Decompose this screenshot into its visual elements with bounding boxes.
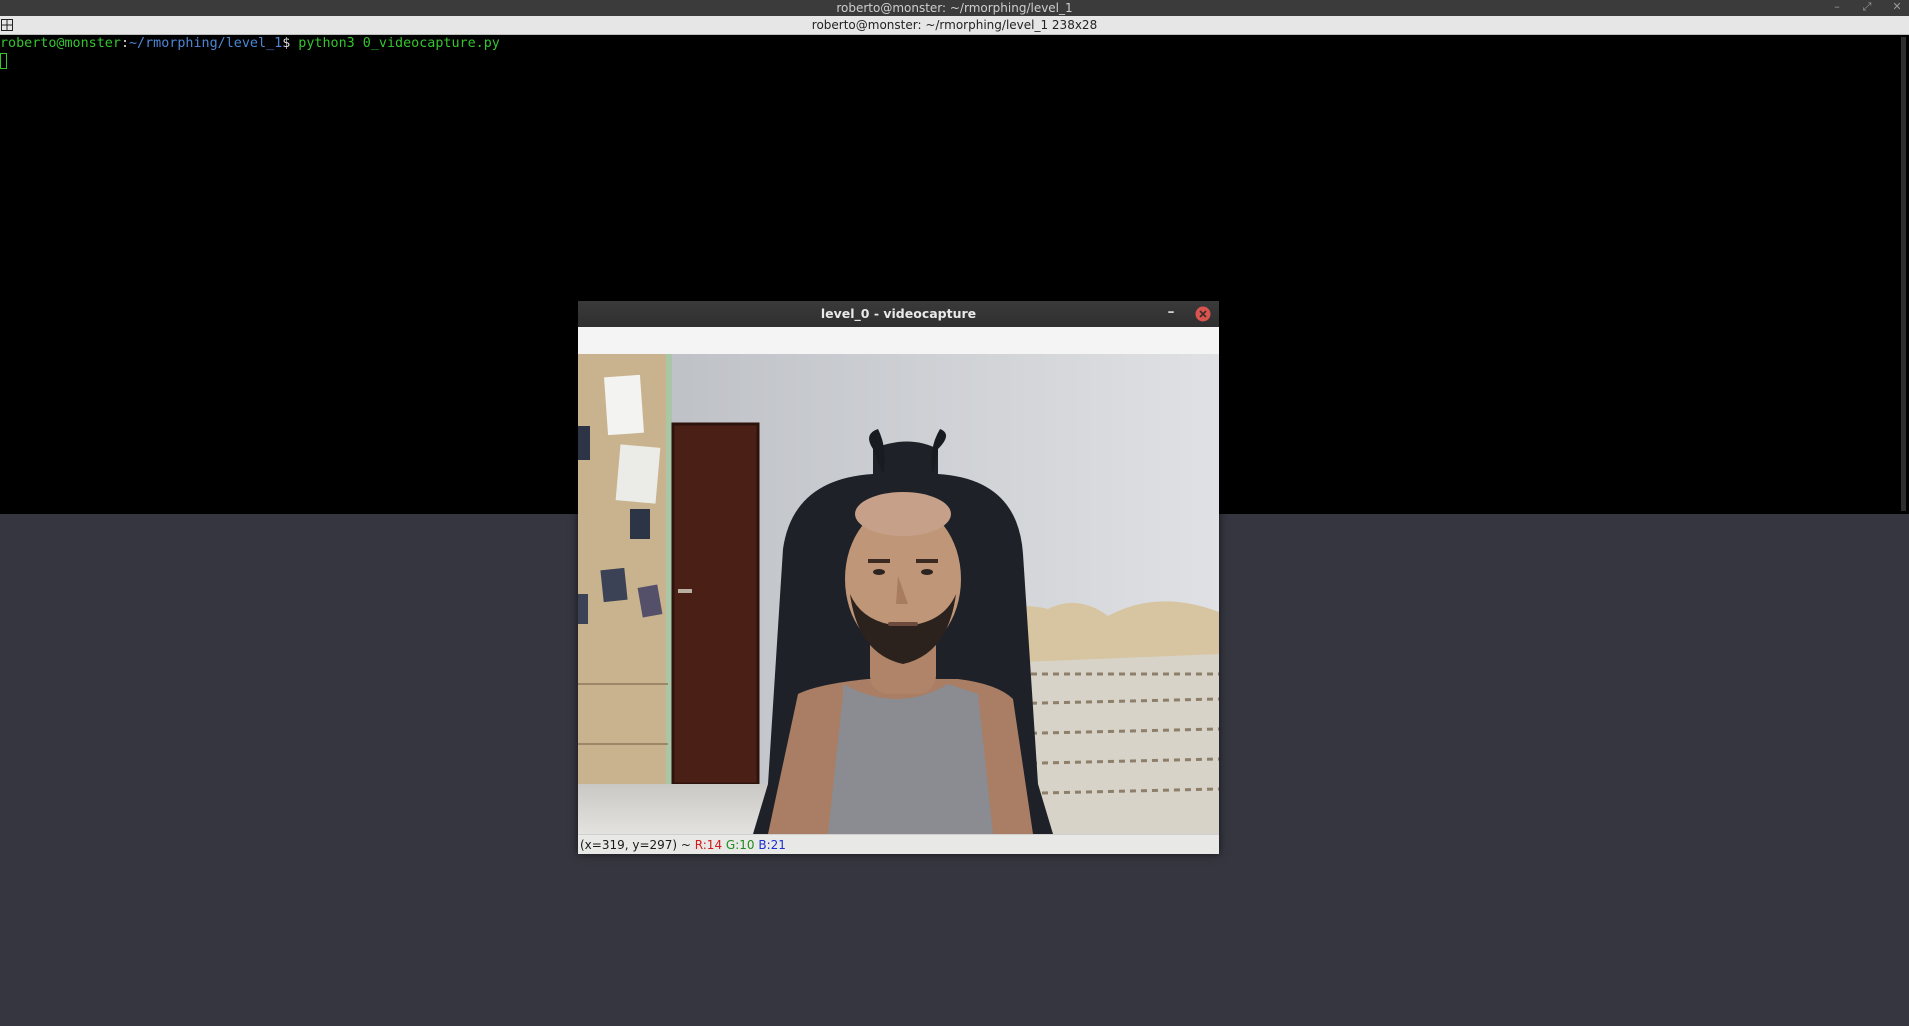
wall-photo — [604, 374, 644, 436]
prompt-user-host: roberto@monster — [0, 36, 121, 51]
terminal-tab-bar[interactable]: roberto@monster: ~/rmorphing/level_1 238… — [0, 16, 1909, 35]
webcam-frame[interactable] — [578, 354, 1219, 834]
window-title: roberto@monster: ~/rmorphing/level_1 — [836, 1, 1073, 15]
terminal-tab-title: roberto@monster: ~/rmorphing/level_1 238… — [811, 18, 1098, 32]
minimize-button[interactable]: – — [1163, 301, 1179, 327]
window-titlebar[interactable]: roberto@monster: ~/rmorphing/level_1 – ⤢… — [0, 0, 1909, 16]
minimize-icon[interactable]: – — [1827, 0, 1847, 16]
videocapture-statusbar: (x=319, y=297) ~ R:14 G:10 B:21 — [578, 834, 1219, 854]
terminal-cursor — [0, 53, 7, 69]
pixel-green-value: G:10 — [725, 838, 755, 852]
pixel-coords: (x=319, y=297) ~ — [580, 838, 695, 852]
wall-photo — [630, 509, 650, 539]
videocapture-title: level_0 - videocapture — [820, 306, 977, 321]
terminal-scrollbar[interactable] — [1901, 37, 1906, 511]
prompt-line: roberto@monster:~/rmorphing/level_1$ pyt… — [0, 35, 500, 52]
wall-photo — [578, 426, 590, 460]
pixel-red-value: R:14 — [694, 838, 723, 852]
prompt-colon: : — [120, 36, 129, 51]
wall-photo — [600, 567, 628, 603]
prompt-path: ~/rmorphing/level_1 — [129, 36, 283, 51]
terminator-grid-icon[interactable] — [1, 19, 13, 31]
close-icon[interactable]: ✕ — [1887, 0, 1907, 16]
videocapture-toolbar — [578, 327, 1219, 355]
tank-top — [828, 684, 993, 834]
door-handle — [678, 589, 692, 593]
webcam-image — [578, 354, 1219, 834]
wall-photo — [578, 594, 588, 624]
wall-photo — [615, 444, 661, 504]
videocapture-window: level_0 - videocapture – (x=319, y=297) … — [578, 301, 1219, 854]
door — [673, 424, 758, 784]
command-text: python3 0_videocapture.py — [290, 36, 500, 51]
maximize-icon[interactable]: ⤢ — [1857, 0, 1877, 16]
videocapture-titlebar[interactable]: level_0 - videocapture – — [578, 301, 1219, 327]
close-icon[interactable] — [1195, 306, 1211, 322]
wardrobe-edge — [666, 354, 672, 834]
pixel-blue-value: B:21 — [758, 838, 786, 852]
